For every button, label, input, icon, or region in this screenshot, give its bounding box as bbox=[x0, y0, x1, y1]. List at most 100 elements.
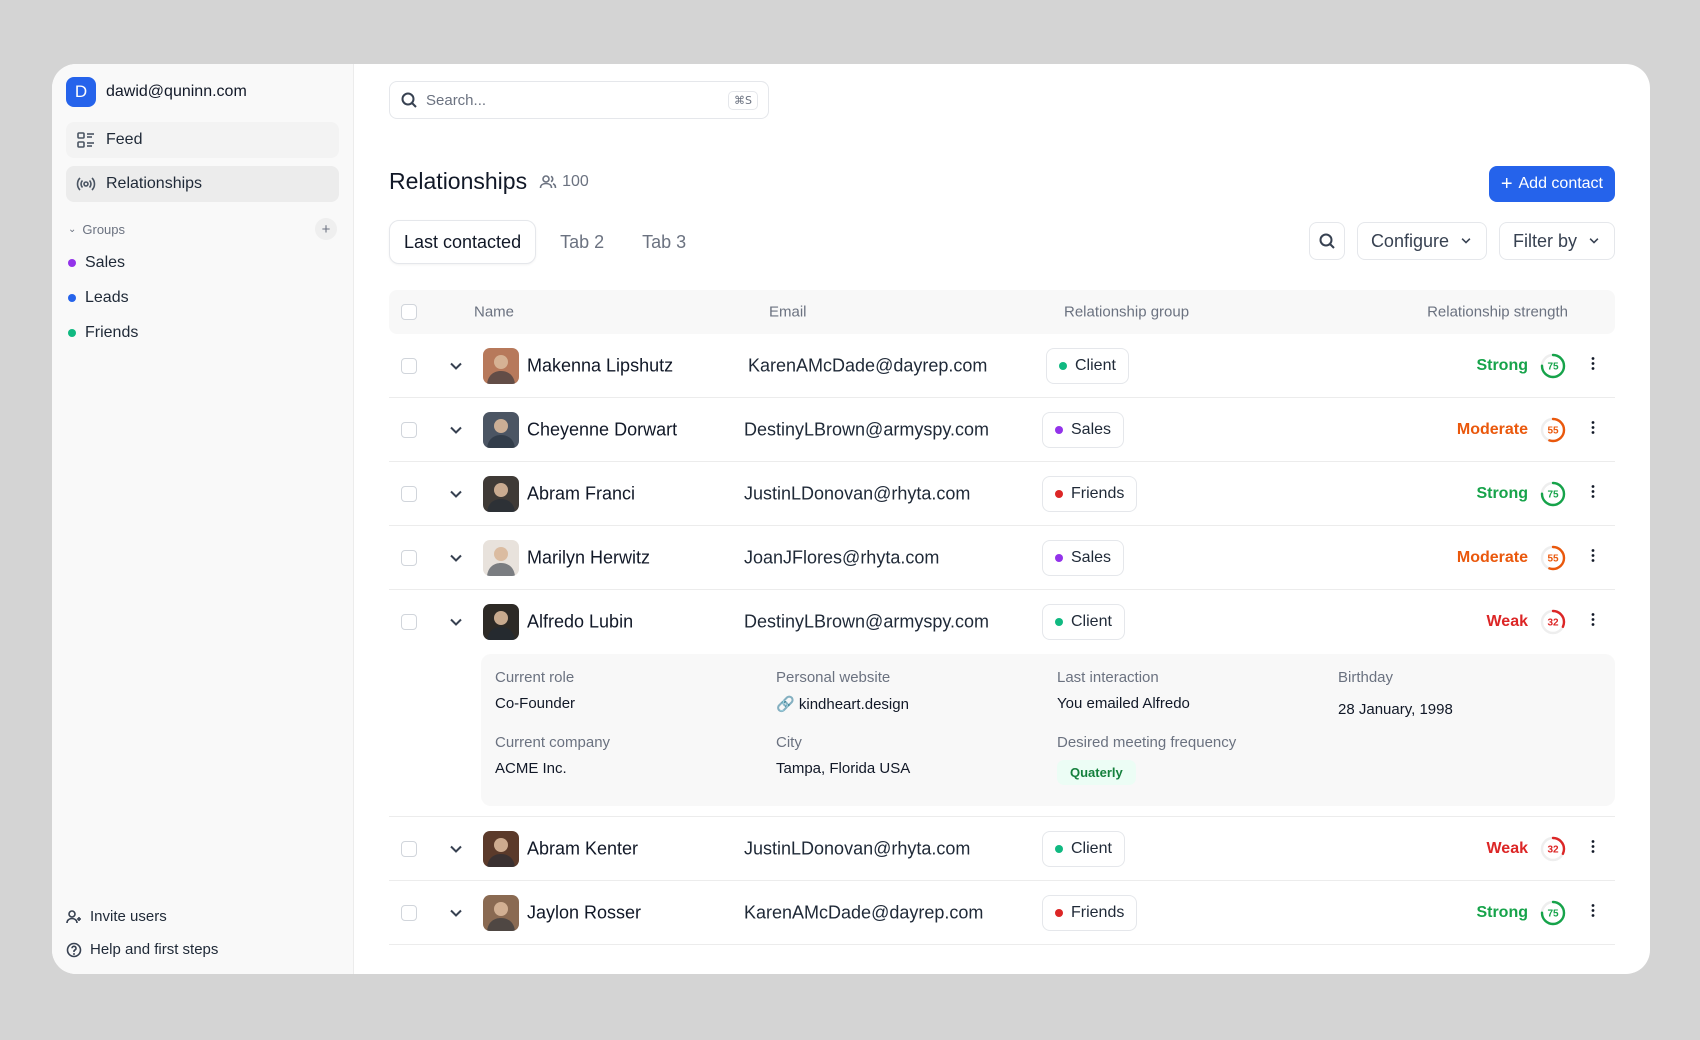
strength-indicator: Weak 32 bbox=[1486, 608, 1567, 636]
more-options-icon[interactable] bbox=[1591, 839, 1595, 858]
search-input[interactable]: Search... ⌘S bbox=[389, 81, 769, 119]
help-link[interactable]: Help and first steps bbox=[66, 941, 218, 958]
more-options-icon[interactable] bbox=[1591, 613, 1595, 632]
row-checkbox[interactable] bbox=[401, 614, 417, 630]
contact-email[interactable]: JustinLDonovan@rhyta.com bbox=[744, 838, 970, 859]
table-row[interactable]: Makenna Lipshutz KarenAMcDade@dayrep.com… bbox=[389, 334, 1615, 398]
table-search-button[interactable] bbox=[1308, 222, 1345, 260]
group-label: Sales bbox=[1071, 420, 1112, 438]
strength-score: 32 bbox=[1547, 618, 1559, 629]
frequency-badge[interactable]: Quaterly bbox=[1057, 760, 1136, 785]
chevron-down-icon[interactable] bbox=[449, 359, 463, 373]
contact-email[interactable]: KarenAMcDade@dayrep.com bbox=[744, 902, 983, 923]
detail-label: Personal website bbox=[776, 669, 891, 686]
contact-name[interactable]: Cheyenne Dorwart bbox=[527, 419, 677, 440]
detail-label: Birthday bbox=[1338, 669, 1394, 686]
configure-dropdown[interactable]: Configure bbox=[1356, 222, 1487, 260]
table-row[interactable]: Alfredo Lubin DestinyLBrown@armyspy.com … bbox=[389, 590, 1615, 654]
chevron-down-icon[interactable] bbox=[449, 423, 463, 437]
sidebar-footer: Invite users Help and first steps bbox=[66, 908, 218, 958]
groups-toggle[interactable]: ⌄ Groups bbox=[68, 222, 125, 237]
nav-item-feed[interactable]: Feed bbox=[66, 122, 339, 158]
row-checkbox[interactable] bbox=[401, 357, 417, 374]
contact-name[interactable]: Abram Kenter bbox=[527, 838, 638, 859]
column-header-email[interactable]: Email bbox=[769, 304, 807, 321]
chevron-down-icon[interactable] bbox=[449, 842, 463, 856]
group-pill[interactable]: Client bbox=[1046, 347, 1129, 384]
group-dot bbox=[68, 329, 76, 337]
group-label: Leads bbox=[85, 289, 129, 306]
account-switcher[interactable]: D dawid@quninn.com bbox=[66, 76, 339, 108]
add-contact-button[interactable]: + Add contact bbox=[1488, 166, 1615, 202]
group-item-sales[interactable]: Sales bbox=[66, 252, 339, 274]
more-options-icon[interactable] bbox=[1591, 903, 1595, 922]
more-options-icon[interactable] bbox=[1591, 548, 1595, 567]
row-checkbox[interactable] bbox=[401, 840, 417, 857]
table-row[interactable]: Abram Kenter JustinLDonovan@rhyta.com Cl… bbox=[389, 817, 1615, 881]
more-options-icon[interactable] bbox=[1591, 356, 1595, 375]
column-header-strength[interactable]: Relationship strength bbox=[1427, 304, 1568, 321]
group-label: Sales bbox=[1071, 548, 1112, 566]
filter-dropdown[interactable]: Filter by bbox=[1498, 222, 1615, 260]
contact-name[interactable]: Abram Franci bbox=[527, 483, 635, 504]
contact-name[interactable]: Marilyn Herwitz bbox=[527, 547, 650, 568]
table-body: Makenna Lipshutz KarenAMcDade@dayrep.com… bbox=[389, 334, 1615, 945]
row-checkbox[interactable] bbox=[401, 549, 417, 566]
group-item-friends[interactable]: Friends bbox=[66, 322, 339, 344]
nav-item-relationships[interactable]: Relationships bbox=[66, 166, 339, 202]
invite-users-label: Invite users bbox=[90, 908, 167, 925]
table-row[interactable]: Jaylon Rosser KarenAMcDade@dayrep.com Fr… bbox=[389, 881, 1615, 945]
more-options-icon[interactable] bbox=[1591, 420, 1595, 439]
detail-value: Co-Founder bbox=[495, 695, 576, 712]
avatar bbox=[483, 347, 519, 384]
row-checkbox[interactable] bbox=[401, 485, 417, 502]
group-item-leads[interactable]: Leads bbox=[66, 287, 339, 309]
tab-3[interactable]: Tab 3 bbox=[628, 220, 700, 264]
contact-email[interactable]: KarenAMcDade@dayrep.com bbox=[748, 355, 987, 376]
main-content: Search... ⌘S Relationships 100 + Add con… bbox=[354, 64, 1650, 974]
group-label: Client bbox=[1071, 839, 1112, 857]
chevron-down-icon[interactable] bbox=[449, 615, 463, 629]
group-pill[interactable]: Friends bbox=[1042, 475, 1138, 512]
invite-users-link[interactable]: Invite users bbox=[66, 908, 218, 925]
strength-score: 32 bbox=[1547, 844, 1559, 855]
group-pill[interactable]: Client bbox=[1042, 604, 1125, 640]
table-row[interactable]: Abram Franci JustinLDonovan@rhyta.com Fr… bbox=[389, 462, 1615, 526]
table-row[interactable]: Marilyn Herwitz JoanJFlores@rhyta.com Sa… bbox=[389, 526, 1615, 590]
search-icon bbox=[401, 92, 417, 108]
configure-label: Configure bbox=[1370, 230, 1449, 251]
contact-name[interactable]: Jaylon Rosser bbox=[527, 902, 641, 923]
website-link[interactable]: 🔗 kindheart.design bbox=[776, 695, 909, 713]
row-checkbox[interactable] bbox=[401, 421, 417, 438]
chevron-down-icon[interactable] bbox=[449, 906, 463, 920]
column-header-group[interactable]: Relationship group bbox=[1064, 304, 1189, 321]
table-row[interactable]: Cheyenne Dorwart DestinyLBrown@armyspy.c… bbox=[389, 398, 1615, 462]
contact-email[interactable]: JustinLDonovan@rhyta.com bbox=[744, 483, 970, 504]
chevron-down-icon[interactable] bbox=[449, 551, 463, 565]
user-plus-icon bbox=[66, 909, 81, 923]
select-all-checkbox[interactable] bbox=[401, 304, 417, 320]
contact-name[interactable]: Alfredo Lubin bbox=[527, 612, 633, 633]
chevron-down-icon[interactable] bbox=[449, 487, 463, 501]
column-header-name[interactable]: Name bbox=[474, 304, 514, 321]
group-pill[interactable]: Friends bbox=[1042, 894, 1138, 931]
tab-2[interactable]: Tab 2 bbox=[546, 220, 618, 264]
add-group-button[interactable]: + bbox=[315, 218, 337, 240]
group-pill[interactable]: Client bbox=[1042, 830, 1125, 867]
more-options-icon[interactable] bbox=[1591, 484, 1595, 503]
group-label: Client bbox=[1075, 356, 1116, 374]
contact-name[interactable]: Makenna Lipshutz bbox=[527, 355, 673, 376]
group-dot bbox=[1055, 908, 1063, 917]
strength-score: 75 bbox=[1547, 489, 1559, 500]
contact-email[interactable]: DestinyLBrown@armyspy.com bbox=[744, 419, 989, 440]
contacts-table: Name Email Relationship group Relationsh… bbox=[389, 290, 1615, 945]
group-dot bbox=[1055, 425, 1063, 434]
contact-email[interactable]: DestinyLBrown@armyspy.com bbox=[744, 612, 989, 633]
tab-last-contacted[interactable]: Last contacted bbox=[389, 220, 537, 264]
contact-count-value: 100 bbox=[562, 172, 589, 190]
group-pill[interactable]: Sales bbox=[1042, 539, 1125, 576]
group-pill[interactable]: Sales bbox=[1042, 411, 1125, 448]
row-checkbox[interactable] bbox=[401, 904, 417, 921]
contact-email[interactable]: JoanJFlores@rhyta.com bbox=[744, 547, 939, 568]
detail-birthday: Birthday 28 January, 1998 bbox=[1338, 669, 1453, 718]
